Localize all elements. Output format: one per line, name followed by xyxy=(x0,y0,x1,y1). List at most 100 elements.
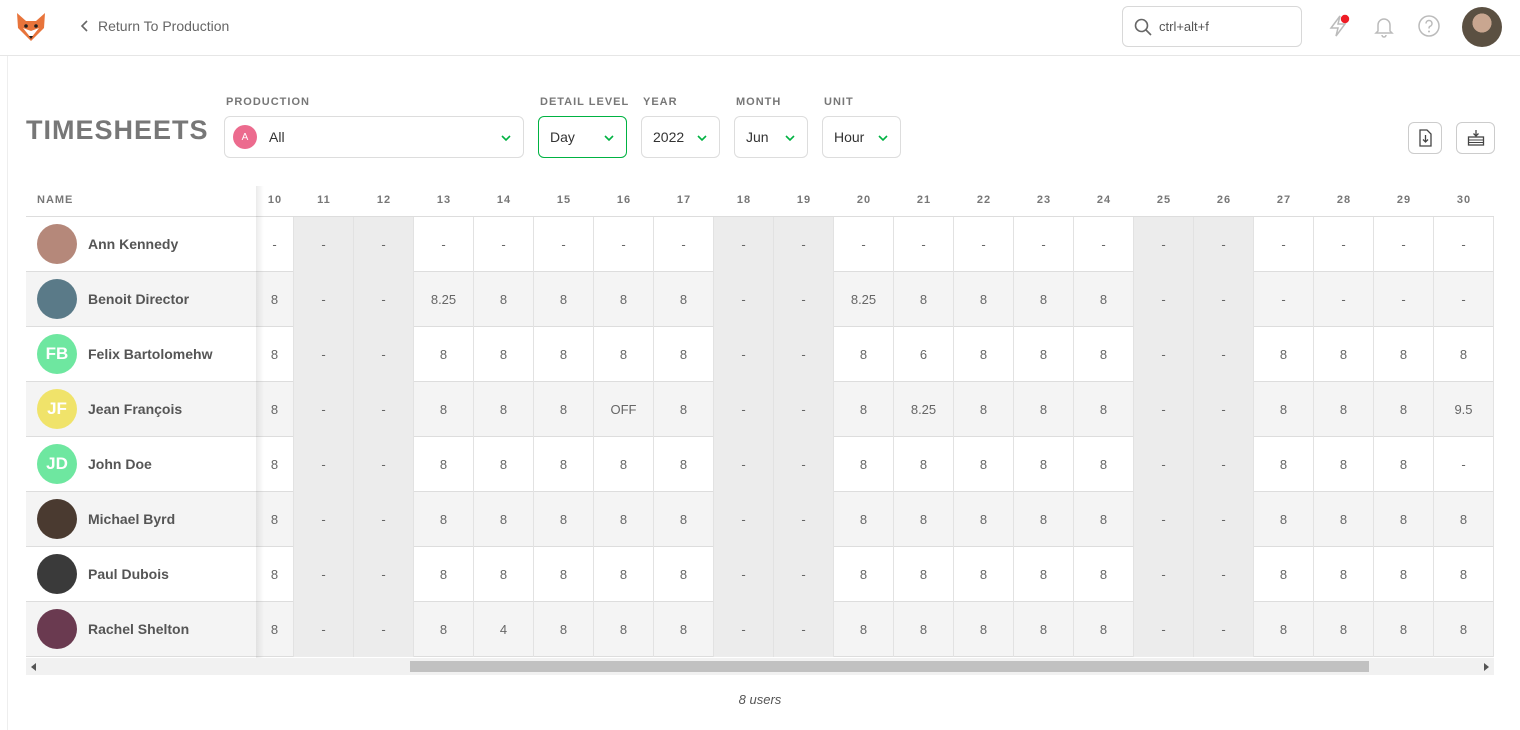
hours-cell[interactable]: 8 xyxy=(534,327,594,382)
hours-cell[interactable]: 8 xyxy=(594,437,654,492)
hours-cell[interactable]: 8.25 xyxy=(414,272,474,327)
hours-cell[interactable]: 8 xyxy=(834,437,894,492)
hours-cell[interactable]: - xyxy=(354,272,414,327)
hours-cell[interactable]: - xyxy=(354,602,414,657)
hours-cell[interactable]: - xyxy=(354,327,414,382)
hours-cell[interactable]: 8 xyxy=(534,492,594,547)
scrollbar-thumb[interactable] xyxy=(410,661,1369,672)
hours-cell[interactable]: 8 xyxy=(1014,327,1074,382)
hours-cell[interactable]: 8 xyxy=(954,327,1014,382)
hours-cell[interactable]: - xyxy=(414,217,474,272)
hours-cell[interactable]: 8 xyxy=(1254,327,1314,382)
person-row[interactable]: Michael Byrd xyxy=(26,492,256,547)
hours-cell[interactable]: 8 xyxy=(414,547,474,602)
hours-cell[interactable]: - xyxy=(256,217,294,272)
hours-cell[interactable]: - xyxy=(1134,492,1194,547)
hours-cell[interactable]: - xyxy=(1194,327,1254,382)
hours-cell[interactable]: 8 xyxy=(474,382,534,437)
hours-cell[interactable]: 8 xyxy=(534,602,594,657)
hours-cell[interactable]: - xyxy=(1194,382,1254,437)
hours-cell[interactable]: 8 xyxy=(654,492,714,547)
hours-cell[interactable]: - xyxy=(294,547,354,602)
bell-icon[interactable] xyxy=(1372,14,1396,38)
hours-cell[interactable]: 8 xyxy=(594,547,654,602)
hours-cell[interactable]: - xyxy=(714,382,774,437)
hours-cell[interactable]: - xyxy=(294,602,354,657)
hours-cell[interactable]: 8 xyxy=(1014,602,1074,657)
hours-cell[interactable]: 8 xyxy=(894,437,954,492)
hours-cell[interactable]: 8 xyxy=(1074,272,1134,327)
hours-cell[interactable]: 8 xyxy=(474,437,534,492)
hours-cell[interactable]: - xyxy=(1014,217,1074,272)
hours-cell[interactable]: 8 xyxy=(414,382,474,437)
hours-cell[interactable]: 8 xyxy=(834,602,894,657)
person-row[interactable]: JD John Doe xyxy=(26,437,256,492)
hours-cell[interactable]: 8 xyxy=(954,492,1014,547)
hours-cell[interactable]: - xyxy=(1134,327,1194,382)
hours-cell[interactable]: 8 xyxy=(1074,602,1134,657)
hours-cell[interactable]: 8 xyxy=(1314,547,1374,602)
hours-cell[interactable]: 8 xyxy=(894,272,954,327)
hours-cell[interactable]: 8 xyxy=(1374,382,1434,437)
hours-cell[interactable]: 8 xyxy=(256,437,294,492)
person-row[interactable]: Benoit Director xyxy=(26,272,256,327)
hours-cell[interactable]: 6 xyxy=(894,327,954,382)
scroll-right-arrow-icon[interactable] xyxy=(1484,663,1489,671)
hours-cell[interactable]: - xyxy=(1434,272,1494,327)
person-row[interactable]: Rachel Shelton xyxy=(26,602,256,657)
hours-cell[interactable]: 8 xyxy=(954,382,1014,437)
hours-cell[interactable]: 8 xyxy=(1374,492,1434,547)
hours-cell[interactable]: 8 xyxy=(256,547,294,602)
hours-cell[interactable]: - xyxy=(774,327,834,382)
hours-cell[interactable]: - xyxy=(774,492,834,547)
hours-cell[interactable]: 8 xyxy=(1434,602,1494,657)
hours-cell[interactable]: - xyxy=(714,492,774,547)
hours-cell[interactable]: 8 xyxy=(1074,382,1134,437)
month-select[interactable]: Jun xyxy=(734,116,808,158)
return-to-production-link[interactable]: Return To Production xyxy=(78,18,229,34)
production-select[interactable]: A All xyxy=(224,116,524,158)
hours-cell[interactable]: - xyxy=(1374,272,1434,327)
hours-cell[interactable]: - xyxy=(1194,437,1254,492)
hours-cell[interactable]: 8 xyxy=(474,547,534,602)
hours-cell[interactable]: 8 xyxy=(954,602,1014,657)
hours-cell[interactable]: - xyxy=(1134,217,1194,272)
hours-cell[interactable]: 8 xyxy=(954,272,1014,327)
export-button[interactable] xyxy=(1408,122,1442,154)
hours-cell[interactable]: 8 xyxy=(1434,492,1494,547)
hours-cell[interactable]: 8 xyxy=(534,547,594,602)
hours-cell[interactable]: - xyxy=(774,602,834,657)
hours-cell[interactable]: 8 xyxy=(834,547,894,602)
hours-cell[interactable]: 8 xyxy=(256,602,294,657)
hours-cell[interactable]: 8 xyxy=(654,602,714,657)
hours-cell[interactable]: - xyxy=(1194,602,1254,657)
hours-cell[interactable]: 8 xyxy=(1074,492,1134,547)
hours-cell[interactable]: 8 xyxy=(534,382,594,437)
hours-cell[interactable]: 8 xyxy=(1074,547,1134,602)
import-button[interactable] xyxy=(1456,122,1495,154)
hours-cell[interactable]: 8 xyxy=(534,437,594,492)
hours-cell[interactable]: - xyxy=(294,217,354,272)
hours-cell[interactable]: 8 xyxy=(1434,547,1494,602)
hours-cell[interactable]: 8 xyxy=(954,547,1014,602)
hours-cell[interactable]: 8 xyxy=(1014,382,1074,437)
year-select[interactable]: 2022 xyxy=(641,116,720,158)
detail-level-select[interactable]: Day xyxy=(538,116,627,158)
hours-cell[interactable]: - xyxy=(714,327,774,382)
hours-cell[interactable]: - xyxy=(354,547,414,602)
hours-cell[interactable]: - xyxy=(354,382,414,437)
hours-cell[interactable]: 8 xyxy=(894,547,954,602)
search-input[interactable]: ctrl+alt+f xyxy=(1122,6,1302,47)
hours-cell[interactable]: 8 xyxy=(654,272,714,327)
hours-cell[interactable]: - xyxy=(1194,217,1254,272)
hours-cell[interactable]: 8 xyxy=(1254,492,1314,547)
hours-cell[interactable]: 8 xyxy=(954,437,1014,492)
hours-cell[interactable]: - xyxy=(1434,437,1494,492)
hours-cell[interactable]: - xyxy=(294,492,354,547)
hours-cell[interactable]: 8 xyxy=(1254,602,1314,657)
hours-cell[interactable]: - xyxy=(1434,217,1494,272)
hours-cell[interactable]: - xyxy=(714,437,774,492)
hours-cell[interactable]: - xyxy=(1194,547,1254,602)
hours-cell[interactable]: 9.5 xyxy=(1434,382,1494,437)
hours-cell[interactable]: - xyxy=(1134,602,1194,657)
